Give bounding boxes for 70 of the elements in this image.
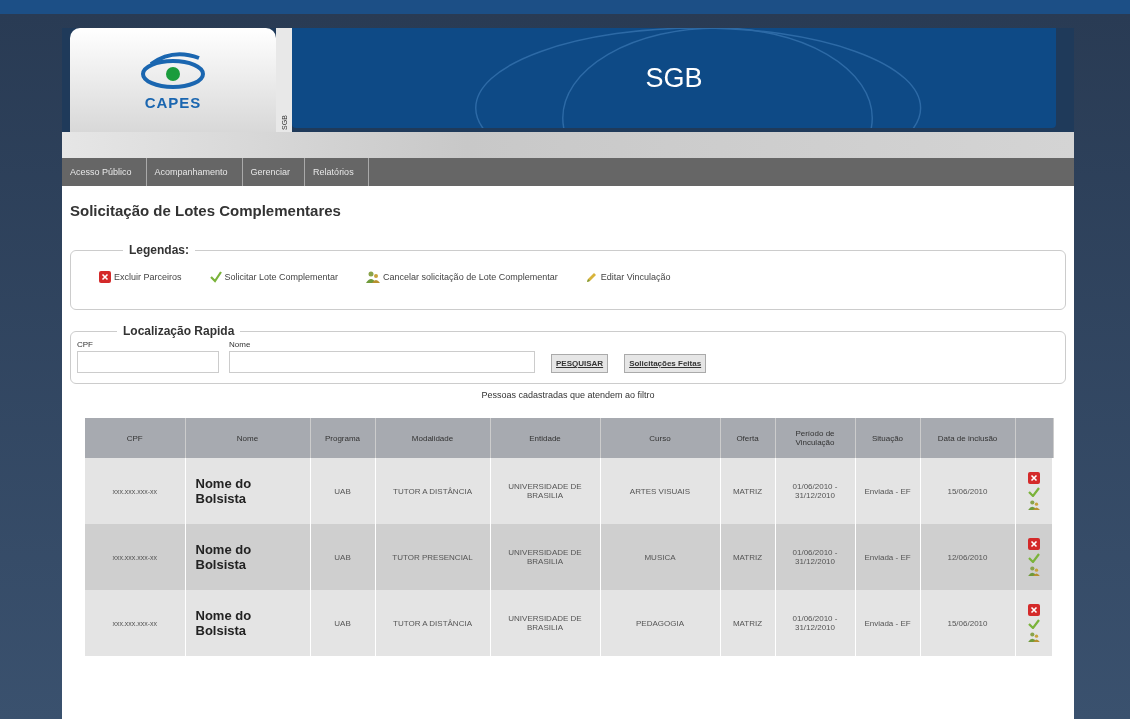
field-label: CPF [77, 340, 94, 349]
table-cell: Nome do Bolsista [185, 524, 310, 590]
delete-icon [99, 271, 111, 283]
table-cell: UAB [310, 590, 375, 656]
table-cell: Enviada - EF [855, 590, 920, 656]
column-header: Nome [185, 418, 310, 458]
table-caption: Pessoas cadastradas que atendem ao filtro [480, 390, 656, 400]
column-header: Situação [855, 418, 920, 458]
table-cell: Nome do Bolsista [185, 590, 310, 656]
table-cell: 01/06/2010 - 31/12/2010 [775, 590, 855, 656]
legend-label: Editar Vinculação [600, 272, 671, 282]
table-cell: Enviada - EF [855, 458, 920, 524]
check-icon [209, 271, 222, 283]
table-cell: 01/06/2010 - 31/12/2010 [775, 524, 855, 590]
check-icon[interactable] [1027, 487, 1040, 497]
panel-title: Legendas: [128, 243, 190, 257]
people-icon[interactable] [1027, 632, 1040, 642]
table-cell: 12/06/2010 [920, 524, 1015, 590]
table-cell: MATRIZ [720, 524, 775, 590]
pencil-icon [585, 271, 598, 283]
table-cell: UNIVERSIDADE DE BRASILIA [490, 458, 600, 524]
check-icon[interactable] [1027, 553, 1040, 563]
cpf-field[interactable] [77, 351, 219, 373]
table-cell: Nome do Bolsista [185, 458, 310, 524]
menu-item[interactable]: Acesso Público [62, 158, 147, 186]
table-cell: TUTOR A DISTÂNCIA [375, 590, 490, 656]
people-icon[interactable] [1027, 566, 1040, 576]
panel-title: Localização Rapida [122, 324, 236, 338]
column-header: Data de inclusão [920, 418, 1015, 458]
delete-icon[interactable] [1027, 472, 1040, 484]
check-icon[interactable] [1027, 619, 1040, 629]
menu-item[interactable]: Gerenciar [242, 158, 306, 186]
table-cell: Enviada - EF [855, 524, 920, 590]
table-cell: MATRIZ [720, 590, 775, 656]
table-cell: MUSICA [600, 524, 720, 590]
delete-icon[interactable] [1027, 604, 1040, 616]
field-label: Nome [229, 340, 252, 349]
table-cell: 15/06/2010 [920, 458, 1015, 524]
column-header: Período de Vinculação [775, 418, 855, 458]
search-button[interactable]: PESQUISAR [551, 354, 609, 373]
table-cell: 15/06/2010 [920, 590, 1015, 656]
page-title: Solicitação de Lotes Complementares [70, 202, 342, 219]
name-field[interactable] [229, 351, 535, 373]
column-header: Modalidade [375, 418, 490, 458]
delete-icon[interactable] [1027, 538, 1040, 550]
people-icon [366, 271, 381, 283]
column-header: Programa [310, 418, 375, 458]
search-button[interactable]: Solicitações Feitas [624, 354, 707, 373]
people-icon[interactable] [1027, 500, 1040, 510]
banner-title: SGB [645, 62, 703, 94]
table-cell: UNIVERSIDADE DE BRASILIA [490, 590, 600, 656]
column-header: Curso [600, 418, 720, 458]
table-cell: ARTES VISUAIS [600, 458, 720, 524]
table-cell: UAB [310, 524, 375, 590]
menu-item[interactable]: Acompanhamento [146, 158, 243, 186]
logo-text: CAPES [144, 93, 202, 111]
menu-item[interactable]: Relatórios [305, 158, 369, 186]
table-cell: UNIVERSIDADE DE BRASILIA [490, 524, 600, 590]
table-cell: MATRIZ [720, 458, 775, 524]
column-header: Oferta [720, 418, 775, 458]
legend-label: Excluir Parceiros [114, 272, 182, 282]
legend-label: Cancelar solicitação de Lote Complementar [383, 272, 558, 282]
column-header: Entidade [490, 418, 600, 458]
table-cell: TUTOR A DISTÂNCIA [375, 458, 490, 524]
table-cell: 01/06/2010 - 31/12/2010 [775, 458, 855, 524]
legend-label: Solicitar Lote Complementar [224, 272, 339, 282]
table-cell: UAB [310, 458, 375, 524]
column-header: CPF [85, 418, 185, 458]
table-cell: TUTOR PRESENCIAL [375, 524, 490, 590]
table-cell: PEDAGOGIA [600, 590, 720, 656]
